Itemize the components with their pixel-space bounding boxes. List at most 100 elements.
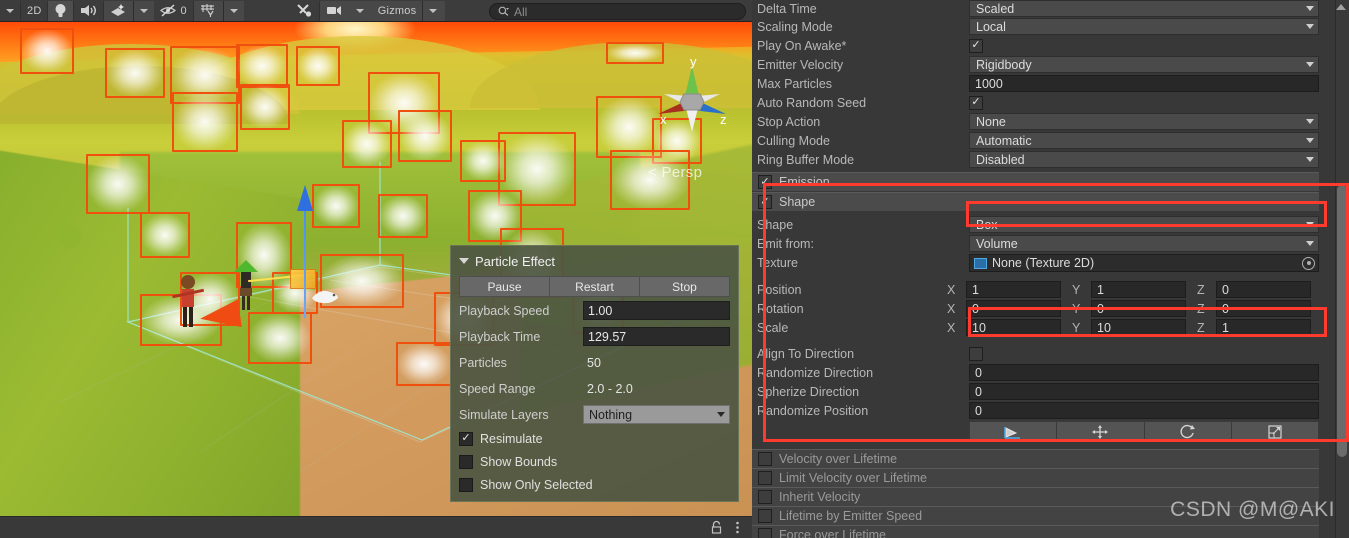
playback-speed-input[interactable]: 1.00 <box>583 301 730 320</box>
row-rotation: Rotation X 0 Y 0 Z 0 <box>752 299 1349 318</box>
scale-tool-button[interactable] <box>1231 421 1319 442</box>
module-header-force-over-lifetime[interactable]: Force over Lifetime <box>752 525 1319 538</box>
kebab-menu-icon[interactable] <box>735 520 740 535</box>
module-header-lifetime-by-emitter-speed[interactable]: Lifetime by Emitter Speed <box>752 506 1319 525</box>
row-max-particles: Max Particles 1000 <box>752 74 1349 93</box>
input-rotation-x[interactable]: 0 <box>966 300 1061 317</box>
rotate-tool-button[interactable] <box>1144 421 1232 442</box>
module-header-inherit-velocity[interactable]: Inherit Velocity <box>752 487 1319 506</box>
move-tool-icon <box>1092 424 1109 439</box>
input-randomize-direction[interactable]: 0 <box>969 364 1319 381</box>
input-scale-y[interactable]: 10 <box>1091 319 1186 336</box>
particle-quad <box>342 120 392 168</box>
show-only-selected-row[interactable]: Show Only Selected <box>459 473 730 496</box>
input-position-z[interactable]: 0 <box>1216 281 1311 298</box>
hidden-objects-button[interactable]: 0 <box>154 0 194 21</box>
label-culling-mode: Culling Mode <box>757 133 830 148</box>
scene-tools-button[interactable] <box>290 0 320 21</box>
playback-speed-label: Playback Speed <box>459 303 550 318</box>
move-tool-button[interactable] <box>1057 421 1145 442</box>
toggle-audio-button[interactable] <box>74 0 105 21</box>
gizmos-dropdown-button[interactable] <box>423 1 443 21</box>
scene-view-options-caret[interactable] <box>0 0 21 21</box>
toggle-fx-button[interactable] <box>104 1 133 21</box>
particle-effect-panel[interactable]: Particle Effect Pause Restart Stop Playb… <box>450 245 739 502</box>
triangle-down-icon[interactable] <box>459 258 469 264</box>
input-scale-x[interactable]: 10 <box>966 319 1061 336</box>
particle-effect-header[interactable]: Particle Effect <box>459 251 730 271</box>
dropdown-ring-buffer-mode[interactable]: Disabled <box>969 151 1319 168</box>
input-position-x[interactable]: 1 <box>966 281 1061 298</box>
input-max-particles[interactable]: 1000 <box>969 75 1319 92</box>
label-scaling-mode: Scaling Mode <box>757 19 833 34</box>
dropdown-delta-time[interactable]: Scaled <box>969 0 1319 17</box>
scrollbar-thumb[interactable] <box>1337 185 1347 457</box>
chevron-down-icon <box>429 8 438 13</box>
dropdown-shape[interactable]: Box <box>969 216 1319 233</box>
scene-camera-dropdown[interactable] <box>350 1 370 21</box>
scene-camera-button[interactable] <box>320 1 350 21</box>
module-header-emission[interactable]: ✓ Emission <box>752 172 1319 191</box>
resimulate-row[interactable]: ✓ Resimulate <box>459 427 730 450</box>
scene-bottom-bar <box>0 516 752 538</box>
scene-orientation-gizmo[interactable]: x y z <box>650 52 734 144</box>
inspector-scrollbar[interactable] <box>1335 0 1349 538</box>
label-play-on-awake: Play On Awake* <box>757 38 847 53</box>
object-picker-icon[interactable] <box>1302 256 1315 270</box>
checkbox-emission[interactable]: ✓ <box>758 175 772 189</box>
scroll-up-arrow-icon[interactable] <box>1336 4 1346 10</box>
checkbox-limit-velocity-over-lifetime[interactable] <box>758 471 772 485</box>
input-scale-z[interactable]: 1 <box>1216 319 1311 336</box>
stop-button[interactable]: Stop <box>640 276 730 297</box>
row-randomize-position: Randomize Position 0 <box>752 401 1349 420</box>
checkbox-shape[interactable]: ✓ <box>758 195 772 209</box>
move-gizmo-axis-y[interactable] <box>304 208 306 318</box>
projection-mode-label[interactable]: < Persp <box>648 164 702 181</box>
toggle-lighting-button[interactable] <box>48 0 75 21</box>
gizmos-button[interactable]: Gizmos <box>372 1 422 21</box>
playback-time-input[interactable]: 129.57 <box>583 327 730 346</box>
shape-gizmo-button[interactable] <box>969 421 1058 442</box>
checkbox-lifetime-by-emitter-speed[interactable] <box>758 509 772 523</box>
module-header-shape[interactable]: ✓ Shape <box>752 192 1319 211</box>
object-field-texture[interactable]: None (Texture 2D) <box>969 254 1319 272</box>
input-spherize-direction[interactable]: 0 <box>969 383 1319 400</box>
simulate-layers-dropdown[interactable]: Nothing <box>583 405 730 424</box>
chevron-down-icon <box>140 8 149 13</box>
dropdown-emitter-velocity[interactable]: Rigidbody <box>969 56 1319 73</box>
module-name-shape: Shape <box>779 195 816 209</box>
input-position-y[interactable]: 1 <box>1091 281 1186 298</box>
grid-dropdown-button[interactable] <box>224 1 244 21</box>
move-gizmo-arrow-y[interactable] <box>297 185 313 211</box>
input-randomize-position[interactable]: 0 <box>969 402 1319 419</box>
dropdown-stop-action[interactable]: None <box>969 113 1319 130</box>
show-bounds-checkbox[interactable] <box>459 454 473 469</box>
module-header-velocity-over-lifetime[interactable]: Velocity over Lifetime <box>752 449 1319 468</box>
toggle-2d-button[interactable]: 2D <box>21 0 49 21</box>
checkbox-inherit-velocity[interactable] <box>758 490 772 504</box>
resimulate-checkbox[interactable]: ✓ <box>459 431 473 446</box>
lock-icon[interactable] <box>710 520 723 535</box>
grid-toggle-button[interactable] <box>194 1 223 21</box>
checkbox-align-to-direction[interactable] <box>969 346 983 361</box>
dropdown-emit-from[interactable]: Volume <box>969 235 1319 252</box>
module-header-limit-velocity-over-lifetime[interactable]: Limit Velocity over Lifetime <box>752 468 1319 487</box>
chevron-down-icon <box>1306 157 1314 162</box>
fx-dropdown-button[interactable] <box>134 1 154 21</box>
pause-button[interactable]: Pause <box>459 276 550 297</box>
restart-button[interactable]: Restart <box>550 276 640 297</box>
dropdown-scaling-mode[interactable]: Local <box>969 18 1319 35</box>
checkbox-force-over-lifetime[interactable] <box>758 528 772 538</box>
checkbox-velocity-over-lifetime[interactable] <box>758 452 772 466</box>
scene-search-field[interactable]: All <box>489 3 746 20</box>
axis-z-label: Z <box>1197 301 1205 316</box>
show-only-selected-checkbox[interactable] <box>459 477 473 492</box>
show-bounds-row[interactable]: Show Bounds <box>459 450 730 473</box>
checkbox-auto-random-seed[interactable]: ✓ <box>969 95 983 110</box>
dropdown-culling-mode[interactable]: Automatic <box>969 132 1319 149</box>
input-rotation-z[interactable]: 0 <box>1216 300 1311 317</box>
checkbox-play-on-awake[interactable]: ✓ <box>969 38 983 53</box>
input-rotation-y[interactable]: 0 <box>1091 300 1186 317</box>
particle-quad <box>172 92 238 152</box>
chevron-down-icon <box>717 412 725 417</box>
